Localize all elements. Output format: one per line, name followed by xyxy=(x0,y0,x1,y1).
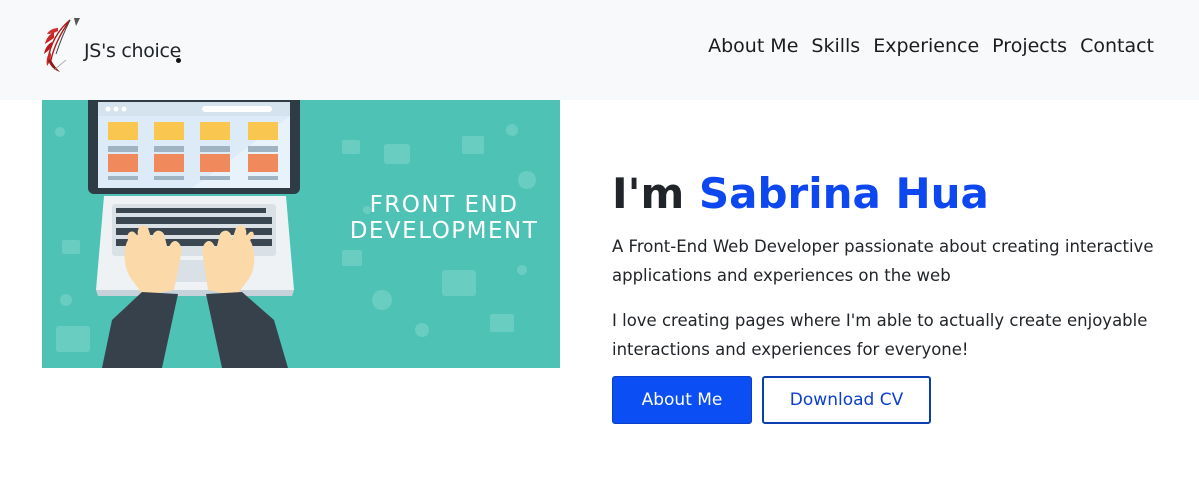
hero-description: A Front-End Web Developer passionate abo… xyxy=(612,237,1154,285)
illustration-caption-line1: FRONT END xyxy=(370,192,519,218)
about-me-button[interactable]: About Me xyxy=(612,376,752,424)
hero-greeting: I'm xyxy=(612,169,685,218)
hero-intro: I'm Sabrina Hua A Front-End Web Develope… xyxy=(612,168,1172,364)
laptop-screen xyxy=(88,100,300,194)
brand-name: JS's choice xyxy=(84,40,182,62)
nav-link-projects[interactable]: Projects xyxy=(979,32,1067,60)
hero-buttons: About Me Download CV xyxy=(612,376,931,424)
hero-name: Sabrina Hua xyxy=(698,169,989,218)
download-cv-button[interactable]: Download CV xyxy=(762,376,931,424)
nav-link-contact[interactable]: Contact xyxy=(1067,32,1154,60)
nav-link-experience[interactable]: Experience xyxy=(860,32,979,60)
front-end-development-illustration: FRONT END DEVELOPMENT xyxy=(55,100,539,368)
hero-subdescription: I love creating pages where I'm able to … xyxy=(612,311,1148,359)
hero-heading: I'm Sabrina Hua xyxy=(612,168,1172,220)
nav-menu: About Me Skills Experience Projects Cont… xyxy=(695,32,1154,60)
brand-link[interactable]: JS's choice xyxy=(40,14,200,80)
illustration-caption-line2: DEVELOPMENT xyxy=(350,218,539,244)
hero-illustration: FRONT END DEVELOPMENT xyxy=(42,100,560,368)
brand-dot xyxy=(176,58,181,63)
nav-link-about-me[interactable]: About Me xyxy=(695,32,798,60)
navbar: JS's choice About Me Skills Experience P… xyxy=(0,0,1199,100)
quill-pen-logo-icon xyxy=(44,18,80,72)
nav-link-skills[interactable]: Skills xyxy=(798,32,860,60)
